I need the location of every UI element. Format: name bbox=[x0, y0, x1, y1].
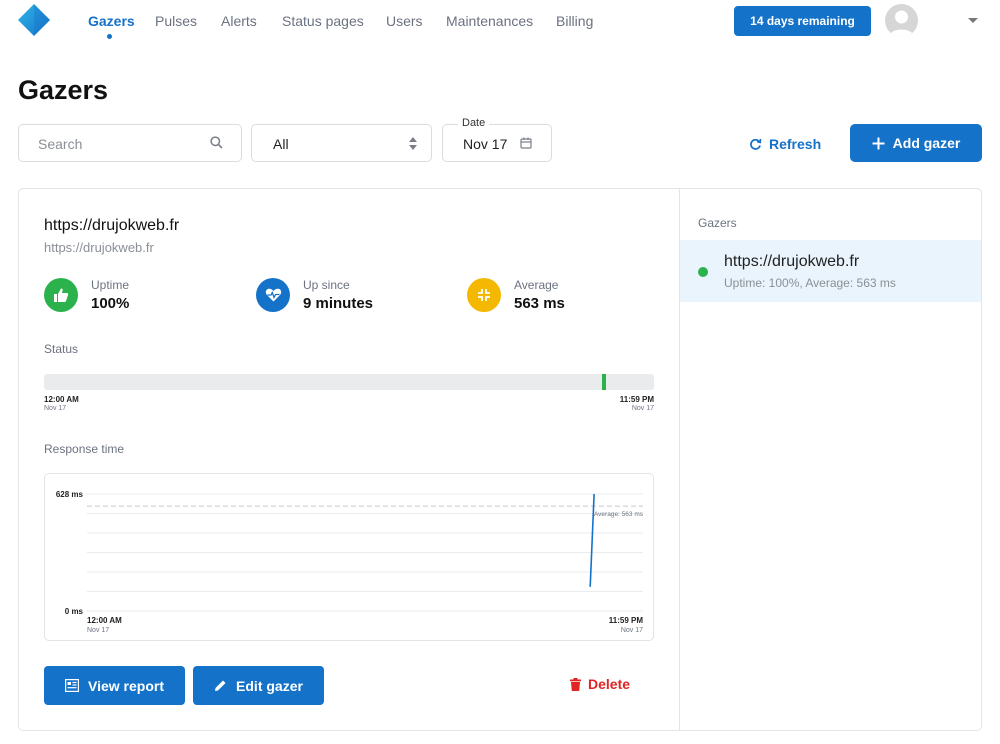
compress-icon bbox=[467, 278, 501, 312]
x-tick-date: Nov 17 bbox=[621, 627, 643, 634]
date-value: Nov 17 bbox=[463, 136, 508, 152]
y-tick-label: 628 ms bbox=[56, 490, 84, 499]
nav-item-gazers[interactable]: Gazers bbox=[88, 13, 135, 29]
status-end-date: Nov 17 bbox=[631, 405, 654, 412]
nav-item-billing[interactable]: Billing bbox=[556, 13, 593, 29]
gazer-subtitle: https://drujokweb.fr bbox=[44, 240, 154, 255]
active-indicator bbox=[107, 34, 112, 39]
pencil-icon bbox=[215, 680, 226, 691]
list-item[interactable]: https://drujokweb.fr Uptime: 100%, Avera… bbox=[680, 240, 981, 302]
thumbs-up-icon bbox=[44, 278, 78, 312]
status-up-marker bbox=[602, 374, 606, 390]
top-nav: Gazers Pulses Alerts Status pages Users … bbox=[0, 0, 1000, 44]
search-placeholder: Search bbox=[38, 136, 83, 152]
search-input[interactable]: Search bbox=[18, 124, 242, 162]
uptime-label: Uptime bbox=[91, 278, 130, 292]
status-label: Status bbox=[44, 342, 79, 356]
nav-item-maintenances[interactable]: Maintenances bbox=[446, 13, 533, 29]
refresh-icon bbox=[750, 138, 762, 150]
gazer-title: https://drujokweb.fr bbox=[44, 217, 180, 234]
status-timeline bbox=[44, 374, 654, 390]
app-logo-icon[interactable] bbox=[17, 3, 51, 37]
delete-button[interactable]: Delete bbox=[570, 676, 630, 692]
average-label: Average: 563 ms bbox=[594, 511, 644, 518]
x-tick-label: 12:00 AM bbox=[87, 616, 122, 625]
chevron-down-icon[interactable] bbox=[968, 18, 978, 23]
page-title: Gazers bbox=[18, 75, 109, 105]
nav-item-status-pages[interactable]: Status pages bbox=[282, 13, 364, 29]
trial-remaining-button[interactable]: 14 days remaining bbox=[734, 6, 871, 36]
gazer-panel: https://drujokweb.fr https://drujokweb.f… bbox=[18, 188, 982, 731]
plus-icon bbox=[872, 137, 885, 149]
view-report-button[interactable]: View report bbox=[44, 666, 185, 705]
up-since-label: Up since bbox=[303, 278, 350, 292]
response-time-label: Response time bbox=[44, 442, 125, 456]
nav-item-pulses[interactable]: Pulses bbox=[155, 13, 197, 29]
average-label: Average bbox=[514, 278, 559, 292]
list-item-subtitle: Uptime: 100%, Average: 563 ms bbox=[724, 276, 896, 290]
edit-gazer-label: Edit gazer bbox=[236, 677, 303, 694]
response-time-svg: Average: 563 ms 628 ms 0 ms12:00 AM Nov 17 1… bbox=[56, 490, 644, 634]
calendar-icon bbox=[520, 137, 532, 149]
trash-icon bbox=[570, 677, 581, 691]
list-item-title: https://drujokweb.fr bbox=[724, 253, 860, 270]
status-select-value: All bbox=[273, 136, 289, 152]
average-value: 563 ms bbox=[514, 295, 565, 312]
add-gazer-label: Add gazer bbox=[892, 135, 961, 151]
report-icon bbox=[65, 679, 79, 692]
view-report-label: View report bbox=[88, 677, 164, 694]
refresh-label: Refresh bbox=[769, 136, 822, 152]
response-time-chart: Average: 563 ms 628 ms 0 ms 12:00 AM Nov 17 1… bbox=[44, 473, 654, 641]
heartbeat-icon bbox=[256, 278, 290, 312]
status-select[interactable]: All bbox=[251, 124, 432, 162]
status-start-time: 12:00 AM bbox=[44, 395, 79, 404]
status-up-dot bbox=[698, 267, 708, 277]
sort-arrows-icon bbox=[409, 137, 417, 150]
refresh-button[interactable]: Refresh bbox=[749, 135, 821, 153]
avatar[interactable] bbox=[885, 4, 918, 37]
response-time-series-line bbox=[589, 493, 595, 587]
edit-gazer-button[interactable]: Edit gazer bbox=[193, 666, 324, 705]
status-end-time: 11:59 PM bbox=[619, 395, 654, 404]
add-gazer-button[interactable]: Add gazer bbox=[850, 124, 982, 162]
search-icon bbox=[210, 136, 223, 149]
nav-item-alerts[interactable]: Alerts bbox=[221, 13, 257, 29]
x-tick-label: 11:59 PM bbox=[609, 616, 644, 625]
nav-item-users[interactable]: Users bbox=[386, 13, 423, 29]
delete-label: Delete bbox=[588, 676, 631, 692]
y-tick-label: 0 ms bbox=[65, 607, 84, 616]
date-picker[interactable]: Date Nov 17 bbox=[442, 117, 552, 162]
up-since-value: 9 minutes bbox=[303, 295, 374, 312]
uptime-value: 100% bbox=[91, 295, 130, 312]
status-start-date: Nov 17 bbox=[44, 405, 67, 412]
gazers-list-label: Gazers bbox=[698, 216, 737, 230]
date-label: Date bbox=[458, 117, 490, 129]
user-icon bbox=[889, 10, 914, 37]
x-tick-date: Nov 17 bbox=[87, 627, 109, 634]
